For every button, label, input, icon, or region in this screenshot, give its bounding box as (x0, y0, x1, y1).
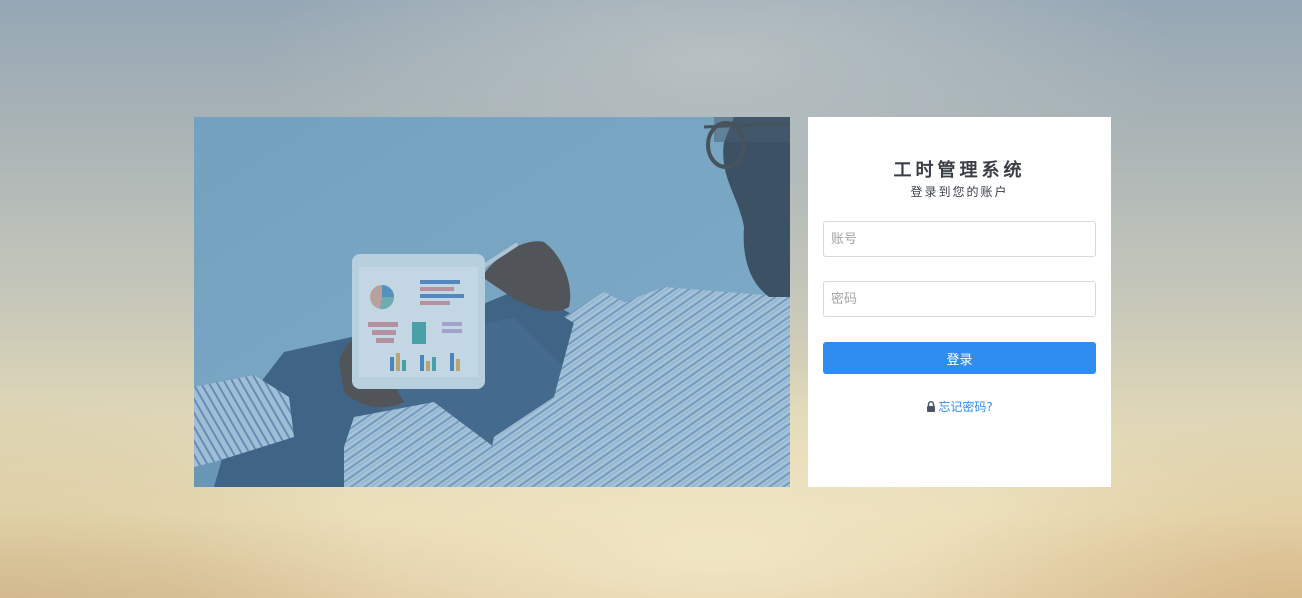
system-title: 工时管理系统 (893, 160, 1026, 181)
login-card: 工时管理系统 登录到您的账户 登录 忘记密码? (808, 117, 1111, 487)
lock-icon (926, 401, 936, 415)
login-subtitle: 登录到您的账户 (910, 185, 1009, 199)
login-button[interactable]: 登录 (823, 342, 1096, 374)
hero-photo (194, 117, 790, 487)
forgot-password-link[interactable]: 忘记密码? (938, 400, 992, 414)
forgot-password-row: 忘记密码? (823, 400, 1096, 415)
username-input[interactable] (823, 221, 1096, 257)
password-input[interactable] (823, 281, 1096, 317)
